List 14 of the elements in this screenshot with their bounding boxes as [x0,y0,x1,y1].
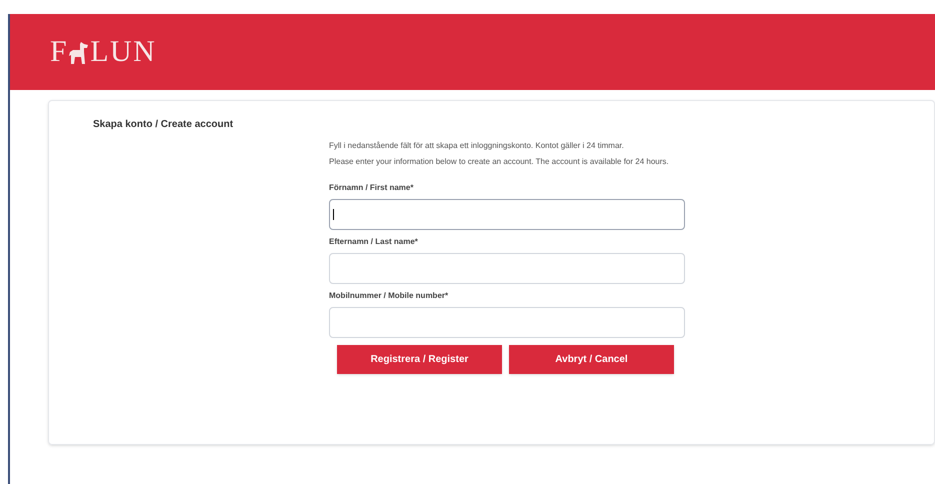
input-field[interactable] [329,253,685,284]
logo-text: LUN [90,37,156,67]
field-label: Mobilnummer / Mobile number* [329,290,450,302]
input-field[interactable] [329,307,685,338]
intro-text: Please enter your information below to create an account. The account is available for 24 hours. [329,157,669,166]
input-field[interactable] [329,199,685,230]
form-title: Skapa konto / Create account [93,118,234,132]
horse-icon [69,42,90,64]
logo-text: F [50,37,68,67]
form-button[interactable]: Registrera / Register [337,345,502,374]
form-button[interactable]: Avbryt / Cancel [509,345,674,374]
field-label: Förnamn / First name* [329,182,414,194]
intro-text: Fyll i nedanstående fält för att skapa ett inloggningskonto. Kontot gäller i 24 timmar. [329,141,625,150]
field-label: Efternamn / Last name* [329,236,419,248]
